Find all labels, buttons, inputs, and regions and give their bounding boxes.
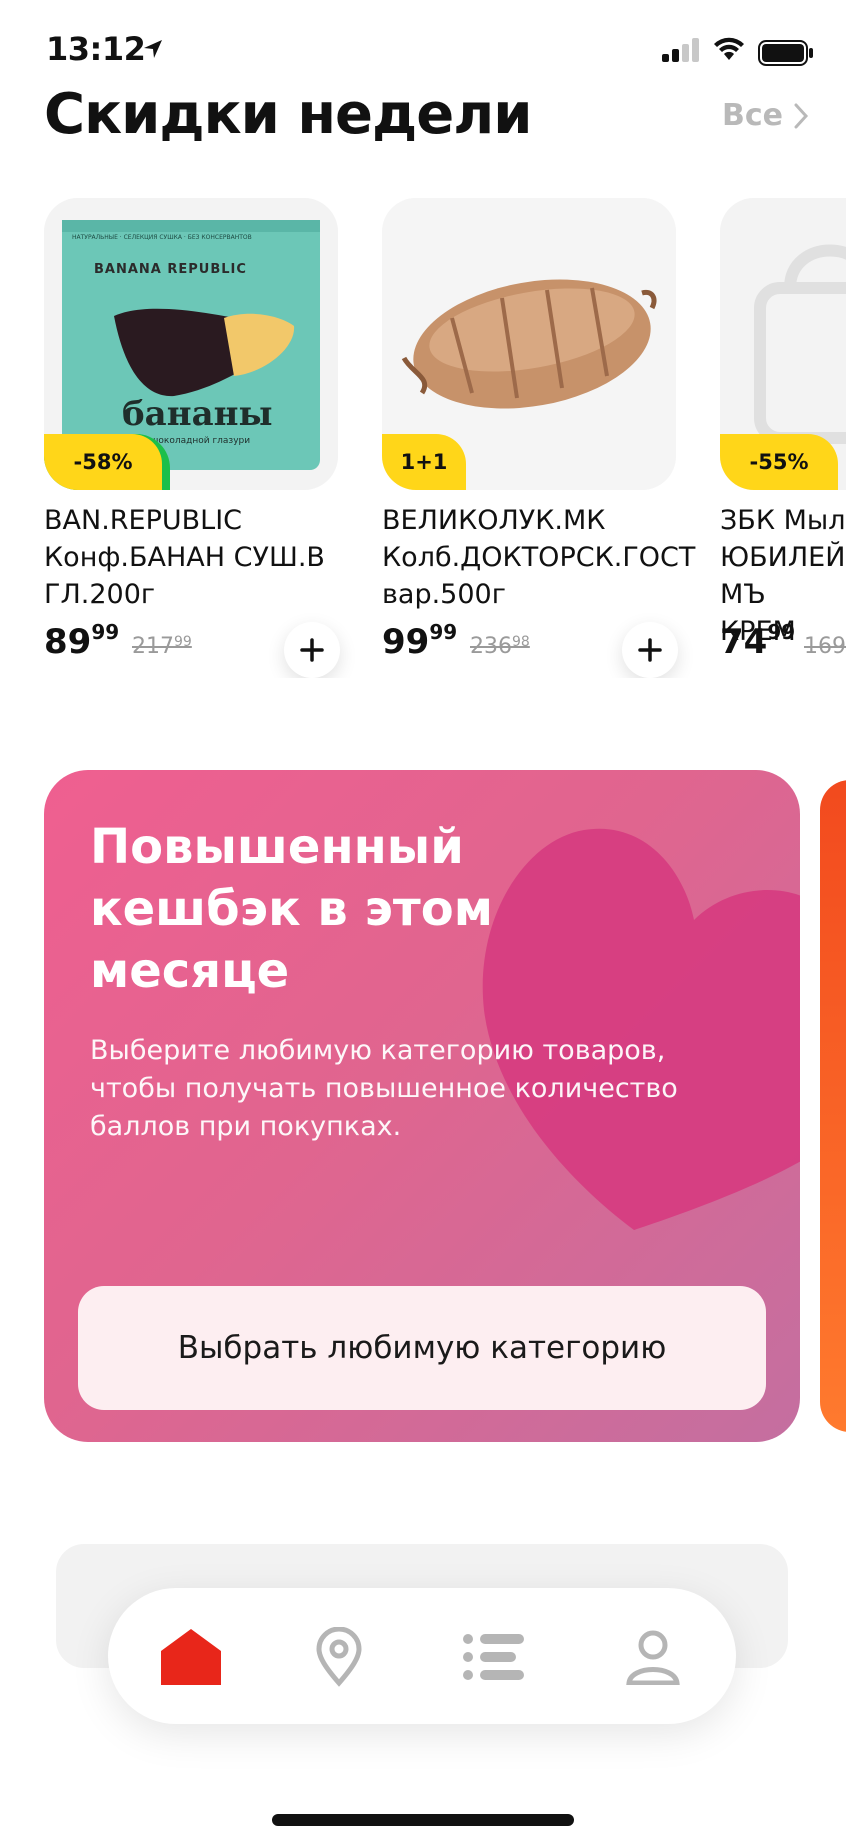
- product-name: BAN.REPUBLIC Конф.БАНАН СУШ.В ГЛ.200г: [44, 505, 325, 610]
- wifi-icon: [714, 37, 744, 60]
- section-title: Скидки недели: [44, 82, 532, 147]
- price-cents: 99: [91, 620, 120, 644]
- price-integer: 74: [720, 622, 768, 662]
- price-cents: 99: [767, 620, 796, 644]
- add-to-cart-button[interactable]: [622, 622, 678, 678]
- price-integer: 89: [44, 622, 92, 662]
- see-all-label: Все: [722, 98, 783, 133]
- package-label: бананы: [122, 394, 273, 434]
- old-price-integer: 217: [132, 634, 174, 659]
- discount-badge: -55%: [720, 434, 838, 490]
- old-price-cents: 98: [512, 634, 530, 650]
- tab-home[interactable]: [156, 1622, 226, 1692]
- product-card[interactable]: 1+1 ВЕЛИКОЛУК.МК Колб.ДОКТОРСК.ГОСТ вар.…: [382, 198, 695, 678]
- product-carousel[interactable]: НАТУРАЛЬНЫЕ · СЕЛЕКЦИЯ СУШКА · БЕЗ КОНСЕ…: [0, 198, 846, 678]
- old-price-cents: 99: [174, 634, 192, 650]
- package-brand: BANANA REPUBLIC: [94, 262, 247, 277]
- add-to-cart-button[interactable]: [284, 622, 340, 678]
- cashback-promo-banner[interactable]: Повышенный кешбэк в этом месяце Выберите…: [44, 770, 800, 1442]
- choose-category-button[interactable]: Выбрать любимую категорию: [78, 1286, 766, 1410]
- profile-icon: [626, 1630, 680, 1685]
- status-time: 13:12: [46, 30, 146, 68]
- plus-icon: [638, 638, 662, 662]
- catalog-list-icon: [463, 1634, 524, 1680]
- tab-profile[interactable]: [618, 1622, 688, 1692]
- promo-badge: 1+1: [382, 434, 466, 490]
- home-icon: [161, 1629, 221, 1685]
- product-price: 8999: [44, 620, 120, 662]
- location-arrow-icon: [144, 40, 162, 58]
- product-price: 9999: [382, 620, 458, 662]
- tab-catalog[interactable]: [458, 1622, 528, 1692]
- battery-icon: [758, 40, 813, 66]
- product-name: ВЕЛИКОЛУК.МК Колб.ДОКТОРСК.ГОСТ вар.500г: [382, 505, 696, 610]
- product-card[interactable]: НАТУРАЛЬНЫЕ · СЕЛЕКЦИЯ СУШКА · БЕЗ КОНСЕ…: [44, 198, 340, 678]
- old-price-integer: 236: [470, 634, 512, 659]
- bottom-tab-bar: [108, 1588, 736, 1724]
- next-promo-card[interactable]: [820, 780, 846, 1432]
- discount-badge: -58%: [44, 434, 162, 490]
- promo-title: Повышенный кешбэк в этом месяце: [90, 819, 493, 999]
- tab-stores[interactable]: [304, 1622, 374, 1692]
- product-price: 7499: [720, 620, 796, 662]
- old-price-integer: 169: [804, 634, 846, 659]
- price-cents: 99: [429, 620, 458, 644]
- see-all-link[interactable]: Все: [722, 98, 809, 133]
- chevron-right-icon: [794, 103, 809, 128]
- price-integer: 99: [382, 622, 430, 662]
- old-price: 21799: [132, 634, 192, 659]
- old-price: 23698: [470, 634, 530, 659]
- plus-icon: [300, 638, 324, 662]
- product-card[interactable]: -55% ЗБК Мыл ЮБИЛЕЙ МЪ КРЕМ 7499 169: [720, 198, 846, 668]
- location-pin-icon: [316, 1627, 362, 1687]
- package-top-text: НАТУРАЛЬНЫЕ · СЕЛЕКЦИЯ СУШКА · БЕЗ КОНСЕ…: [72, 234, 252, 241]
- promo-description: Выберите любимую категорию товаров, чтоб…: [90, 1035, 678, 1142]
- home-indicator: [272, 1814, 574, 1826]
- cellular-signal-icon: [662, 38, 699, 62]
- old-price: 169: [804, 634, 846, 659]
